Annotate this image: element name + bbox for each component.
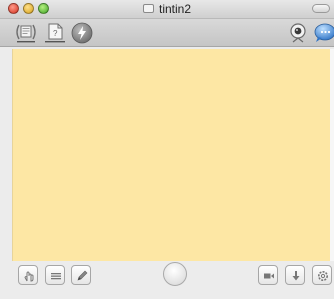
record-circle-button[interactable] xyxy=(163,262,187,286)
toolbar: ? xyxy=(0,19,334,47)
toolbar-toggle-button[interactable] xyxy=(312,4,330,13)
download-arrow-button[interactable] xyxy=(285,265,305,285)
pencil-button[interactable] xyxy=(71,265,91,285)
window-title-container: tintin2 xyxy=(0,2,334,16)
canvas-edge xyxy=(330,49,334,261)
svg-text:?: ? xyxy=(53,29,58,38)
window-title: tintin2 xyxy=(158,2,192,16)
document-question-icon[interactable]: ? xyxy=(44,22,66,44)
document-proxy-icon[interactable] xyxy=(142,4,154,14)
video-camera-button[interactable] xyxy=(258,265,278,285)
chat-bubble-icon[interactable] xyxy=(314,22,334,44)
shared-canvas[interactable] xyxy=(12,49,331,261)
settings-gear-button[interactable] xyxy=(312,265,332,285)
broadcast-screen-icon[interactable] xyxy=(14,22,36,44)
app-window: tintin2 ? xyxy=(0,0,334,299)
text-lines-button[interactable] xyxy=(45,265,65,285)
webcam-icon[interactable] xyxy=(287,22,309,44)
lightning-icon[interactable] xyxy=(71,22,93,44)
title-bar: tintin2 xyxy=(0,0,334,19)
pointer-hand-button[interactable] xyxy=(18,265,38,285)
